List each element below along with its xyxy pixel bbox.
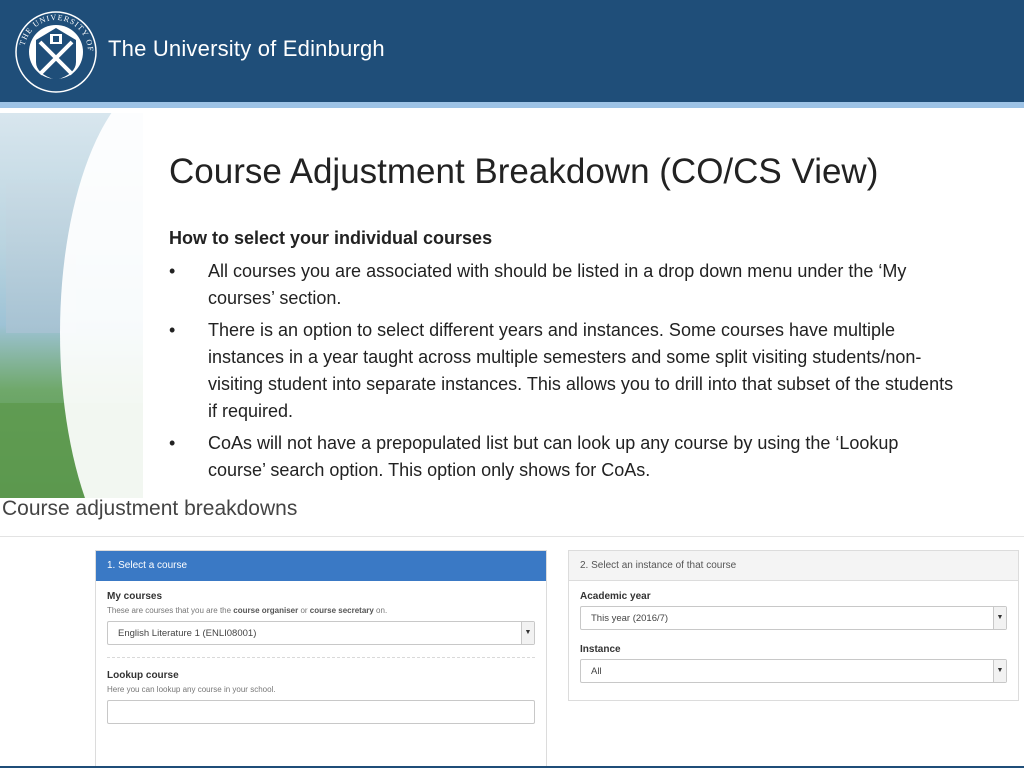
my-courses-help: These are courses that you are the cours… xyxy=(107,606,388,615)
chevron-down-icon[interactable]: ▼ xyxy=(521,622,534,644)
university-header: THE UNIVERSITY OF EDINBURGH The Universi… xyxy=(0,0,1024,102)
academic-year-label: Academic year xyxy=(580,591,651,602)
university-crest-icon: THE UNIVERSITY OF EDINBURGH xyxy=(14,10,97,93)
academic-year-selected-value: This year (2016/7) xyxy=(591,613,669,624)
instance-selected-value: All xyxy=(591,666,602,677)
select-instance-panel: 2. Select an instance of that course Aca… xyxy=(568,550,1019,701)
university-name: The University of Edinburgh xyxy=(108,36,385,61)
slide-subheading: How to select your individual courses xyxy=(169,228,493,248)
bullet-item: • CoAs will not have a prepopulated list… xyxy=(169,430,959,484)
lookup-course-input[interactable] xyxy=(107,700,535,724)
app-page-title: Course adjustment breakdowns xyxy=(2,497,298,520)
bullet-text: All courses you are associated with shou… xyxy=(208,261,907,308)
my-courses-dropdown[interactable]: English Literature 1 (ENLI08001) ▼ xyxy=(107,621,535,645)
bullet-item: • All courses you are associated with sh… xyxy=(169,258,959,312)
section-divider xyxy=(107,657,535,658)
my-courses-selected-value: English Literature 1 (ENLI08001) xyxy=(118,628,257,639)
instance-dropdown[interactable]: All ▼ xyxy=(580,659,1007,683)
bullet-item: • There is an option to select different… xyxy=(169,317,959,425)
select-course-panel: 1. Select a course My courses These are … xyxy=(95,550,547,768)
bullet-text: There is an option to select different y… xyxy=(208,320,954,421)
bullet-dot: • xyxy=(169,433,176,453)
bullet-text: CoAs will not have a prepopulated list b… xyxy=(208,433,899,480)
bullet-dot: • xyxy=(169,320,176,340)
decorative-photo xyxy=(0,113,143,498)
my-courses-label: My courses xyxy=(107,591,163,602)
role-course-secretary: course secretary xyxy=(309,606,374,615)
chevron-down-icon[interactable]: ▼ xyxy=(993,660,1006,682)
photo-arc xyxy=(60,113,143,498)
instance-label: Instance xyxy=(580,644,621,655)
bullet-dot: • xyxy=(169,261,176,281)
chevron-down-icon[interactable]: ▼ xyxy=(993,607,1006,629)
select-instance-panel-heading: 2. Select an instance of that course xyxy=(569,551,1018,581)
role-course-organiser: course organiser xyxy=(233,606,299,615)
lookup-course-help: Here you can lookup any course in your s… xyxy=(107,685,276,694)
header-stripe xyxy=(0,102,1024,108)
lookup-course-label: Lookup course xyxy=(107,670,179,681)
slide-title: Course Adjustment Breakdown (CO/CS View) xyxy=(169,152,879,191)
bullet-list: • All courses you are associated with sh… xyxy=(169,258,959,489)
academic-year-dropdown[interactable]: This year (2016/7) ▼ xyxy=(580,606,1007,630)
select-course-panel-heading: 1. Select a course xyxy=(96,551,546,581)
app-title-rule xyxy=(0,536,1024,537)
